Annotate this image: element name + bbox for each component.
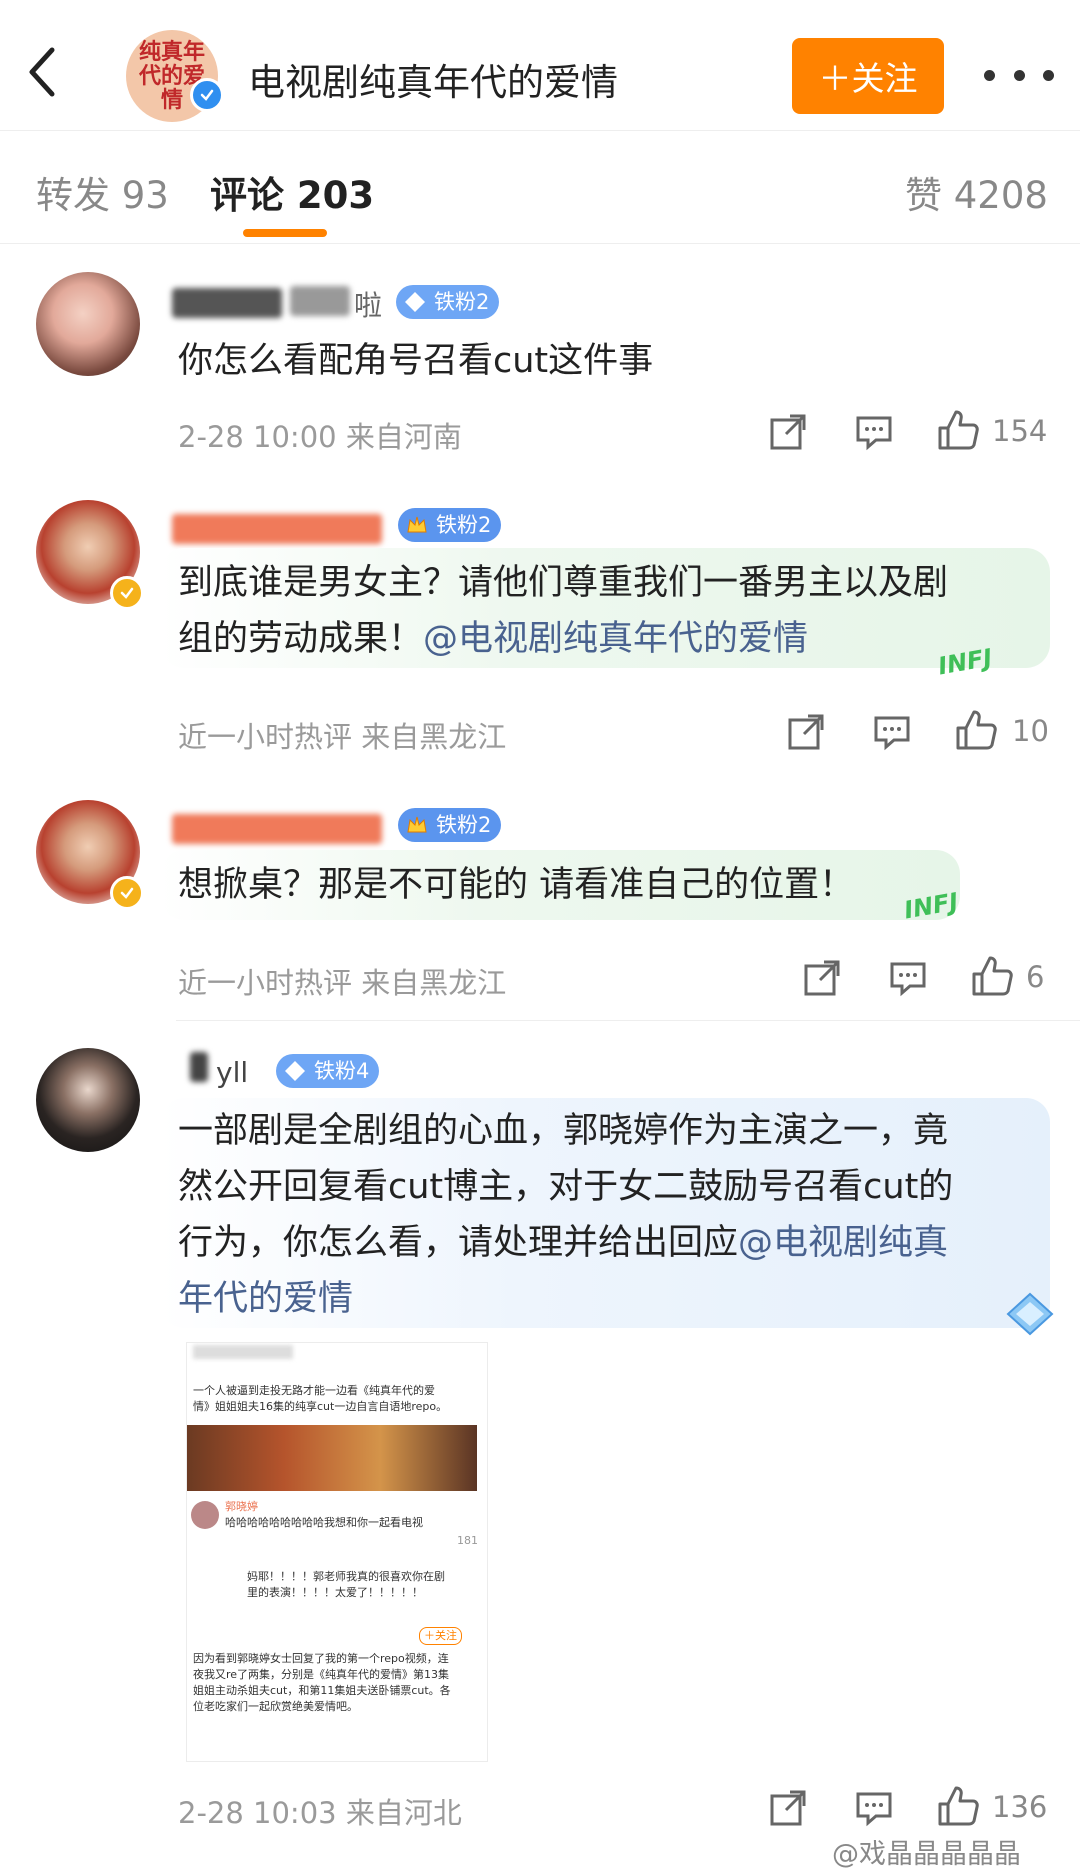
account-name[interactable]: 电视剧纯真年代的爱情 (248, 52, 618, 106)
embedded-screenshot-image[interactable]: 一个人被逼到走投无路才能一边看《纯真年代的爱 情》姐姐姐夫16集的纯享cut一边… (186, 1342, 488, 1762)
comment-text: 一部剧是全剧组的心血，郭晓婷作为主演之一，竟 然公开回复看cut博主，对于女二鼓… (178, 1103, 1058, 1327)
follow-button[interactable]: ＋关注 (792, 38, 944, 114)
mention-link[interactable]: @电视剧纯真年代的爱情 (423, 619, 808, 659)
blurred-username (190, 1052, 208, 1082)
like-icon[interactable] (954, 708, 998, 752)
gold-verified-icon (110, 876, 144, 910)
sub-reply-text: 妈耶！！！！郭老师我真的很喜欢你在剧 (247, 1570, 445, 1583)
reply-username: 郭晓婷 (225, 1500, 258, 1513)
fan-badge: 铁粉2 (398, 508, 502, 542)
comment-text-line: 到底谁是男女主？请他们尊重我们一番男主以及剧 (178, 563, 949, 603)
commenter-avatar[interactable] (36, 272, 140, 376)
comment-text-line: 然公开回复看cut博主，对于女二鼓励号召看cut的 (178, 1167, 954, 1207)
comment-icon[interactable] (888, 958, 928, 998)
share-icon[interactable] (768, 412, 808, 452)
blurred-username (290, 286, 350, 316)
fan-badge-label: 铁粉2 (436, 513, 492, 537)
comment-text-line: 组的劳动成果！ (178, 619, 424, 659)
like-count: 6 (1026, 960, 1045, 994)
comment-time-location: 近一小时热评 来自黑龙江 (178, 720, 507, 754)
blurred-text (193, 1345, 293, 1359)
comment-icon[interactable] (872, 712, 912, 752)
mention-link[interactable]: @电视剧纯真 (738, 1223, 948, 1263)
sub-reply-text: 里的表演！！！！太爱了！！！！！ (247, 1586, 423, 1599)
comment-time-location: 2-28 10:00 来自河南 (178, 420, 462, 454)
username-tail: yll (216, 1056, 249, 1089)
embedded-body-text: 夜我又re了两集，分别是《纯真年代的爱情》第13集 (193, 1668, 450, 1681)
blurred-username (172, 288, 282, 318)
fan-badge: 铁粉2 (396, 285, 500, 319)
username-tail: 啦 (354, 289, 383, 322)
fan-badge: 铁粉4 (276, 1054, 380, 1088)
like-icon[interactable] (970, 954, 1014, 998)
active-tab-indicator (243, 229, 327, 237)
embedded-text: 情》姐姐姐夫16集的纯享cut一边自言自语地repo。 (193, 1400, 448, 1413)
diamond-icon (405, 292, 425, 312)
share-icon[interactable] (786, 712, 826, 752)
embedded-text: 一个人被逼到走投无路才能一边看《纯真年代的爱 (193, 1384, 435, 1397)
embedded-follow-button: ＋关注 (419, 1627, 462, 1645)
back-arrow-icon[interactable] (22, 42, 72, 102)
comment-text-line: 一部剧是全剧组的心血，郭晓婷作为主演之一，竟 (178, 1111, 949, 1151)
video-thumbnail (187, 1425, 477, 1491)
like-icon[interactable] (936, 408, 980, 452)
like-count: 136 (992, 1790, 1048, 1824)
reply-avatar (191, 1501, 219, 1529)
share-icon[interactable] (802, 958, 842, 998)
blue-diamond-sticker-icon (1006, 1292, 1054, 1336)
comment-time-location: 2-28 10:03 来自河北 (178, 1796, 462, 1830)
fan-badge-label: 铁粉2 (434, 290, 490, 314)
comment-text: 到底谁是男女主？请他们尊重我们一番男主以及剧 组的劳动成果！@电视剧纯真年代的爱… (178, 555, 1038, 667)
comment-text-line: 行为，你怎么看，请处理并给出回应 (178, 1223, 739, 1263)
comment-time-location: 近一小时热评 来自黑龙江 (178, 966, 507, 1000)
comment-text: 想掀桌？那是不可能的 请看准自己的位置！ (178, 865, 855, 905)
blurred-username (172, 814, 382, 844)
embedded-body-text: 因为看到郭晓婷女士回复了我的第一个repo视频，连 (193, 1652, 449, 1665)
blue-verified-icon (190, 78, 224, 112)
mention-link[interactable]: 年代的爱情 (178, 1279, 353, 1319)
tab-likes[interactable]: 赞 4208 (905, 165, 1048, 219)
reply-text: 哈哈哈哈哈哈哈哈哈我想和你一起看电视 (225, 1516, 423, 1529)
weibo-watermark: @戏晶晶晶晶晶 (832, 1839, 1021, 1870)
tab-comments[interactable]: 评论 203 (210, 165, 374, 219)
top-bar: 纯真年代的爱情 电视剧纯真年代的爱情 ＋关注 (0, 0, 1080, 131)
comment-divider (176, 1020, 1080, 1021)
more-options-icon[interactable] (984, 60, 1054, 90)
fan-badge: 铁粉2 (398, 808, 502, 842)
like-count: 154 (992, 414, 1048, 448)
comment-icon[interactable] (854, 412, 894, 452)
like-icon[interactable] (936, 1784, 980, 1828)
crown-icon (407, 516, 427, 533)
share-icon[interactable] (768, 1788, 808, 1828)
embedded-body-text: 位老吃家们一起欣赏绝美爱情吧。 (193, 1700, 358, 1713)
fan-badge-label: 铁粉4 (314, 1059, 370, 1083)
fan-badge-label: 铁粉2 (436, 813, 492, 837)
gold-verified-icon (110, 576, 144, 610)
reply-like-count: 181 (457, 1534, 478, 1547)
tab-bar: 转发 93 评论 203 赞 4208 (0, 131, 1080, 244)
comment-text: 你怎么看配角号召看cut这件事 (178, 341, 654, 381)
like-count: 10 (1012, 714, 1049, 748)
commenter-avatar[interactable] (36, 1048, 140, 1152)
embedded-body-text: 姐姐主动杀姐夫cut，和第11集姐夫送卧铺票cut。各 (193, 1684, 451, 1697)
diamond-icon (285, 1061, 305, 1081)
tab-reposts[interactable]: 转发 93 (36, 165, 169, 219)
blurred-username (172, 514, 382, 544)
comment-icon[interactable] (854, 1788, 894, 1828)
crown-icon (407, 816, 427, 833)
